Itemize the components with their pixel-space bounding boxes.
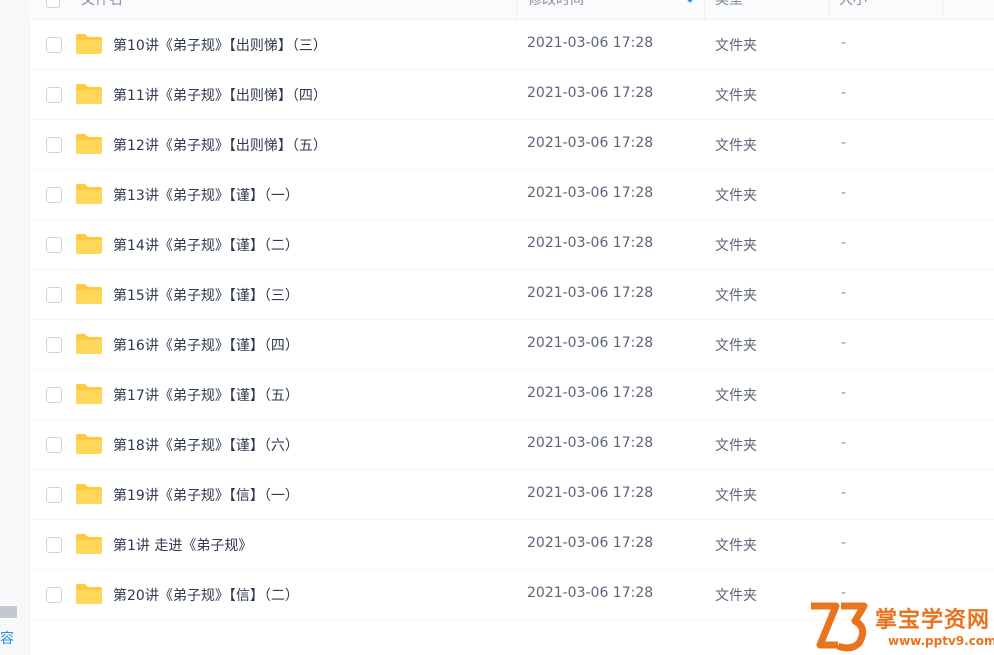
folder-icon <box>76 334 102 354</box>
file-row[interactable]: 第12讲《弟子规》【出则悌】（五） 2021-03-06 17:28 文件夹 - <box>29 120 994 170</box>
file-type: 文件夹 <box>715 338 757 354</box>
site-watermark: 掌宝学资网 www.pptv9.com <box>808 600 994 655</box>
file-type: 文件夹 <box>715 38 757 54</box>
file-row[interactable]: 第11讲《弟子规》【出则悌】（四） 2021-03-06 17:28 文件夹 - <box>29 70 994 120</box>
folder-icon <box>76 434 102 454</box>
file-type: 文件夹 <box>715 538 757 554</box>
file-size: - <box>841 435 847 451</box>
select-all-checkbox[interactable] <box>46 0 60 8</box>
left-sidebar-edge: 容 <box>0 0 30 655</box>
row-checkbox[interactable] <box>46 137 62 153</box>
file-size: - <box>841 535 847 551</box>
file-size: - <box>841 185 847 201</box>
file-row[interactable]: 第17讲《弟子规》【谨】（五） 2021-03-06 17:28 文件夹 - <box>29 370 994 420</box>
folder-icon <box>76 534 102 554</box>
file-row[interactable]: 第19讲《弟子规》【信】（一） 2021-03-06 17:28 文件夹 - <box>29 470 994 520</box>
file-list: 第10讲《弟子规》【出则悌】（三） 2021-03-06 17:28 文件夹 - 第11… <box>29 20 994 620</box>
row-checkbox[interactable] <box>46 437 62 453</box>
file-type: 文件夹 <box>715 188 757 204</box>
file-name[interactable]: 第1讲 走进《弟子规》 <box>113 535 252 555</box>
file-name[interactable]: 第13讲《弟子规》【谨】（一） <box>113 185 299 205</box>
file-name[interactable]: 第17讲《弟子规》【谨】（五） <box>113 385 299 405</box>
file-size: - <box>841 85 847 101</box>
file-row[interactable]: 第15讲《弟子规》【谨】（三） 2021-03-06 17:28 文件夹 - <box>29 270 994 320</box>
folder-icon <box>76 484 102 504</box>
watermark-logo <box>811 602 868 652</box>
file-modified-time: 2021-03-06 17:28 <box>527 535 654 551</box>
watermark-title: 掌宝学资网 <box>875 607 991 633</box>
file-type: 文件夹 <box>715 238 757 254</box>
column-header-name[interactable]: 文件名 <box>79 0 517 19</box>
file-name[interactable]: 第10讲《弟子规》【出则悌】（三） <box>113 35 327 55</box>
file-modified-time: 2021-03-06 17:28 <box>527 35 654 51</box>
file-modified-time: 2021-03-06 17:28 <box>527 85 654 101</box>
column-header-type[interactable]: 类型 <box>705 0 830 19</box>
file-type: 文件夹 <box>715 288 757 304</box>
file-size: - <box>841 385 847 401</box>
file-row[interactable]: 第1讲 走进《弟子规》 2021-03-06 17:28 文件夹 - <box>29 520 994 570</box>
row-checkbox[interactable] <box>46 587 62 603</box>
folder-icon <box>76 84 102 104</box>
folder-icon <box>76 34 102 54</box>
file-type: 文件夹 <box>715 438 757 454</box>
file-row[interactable]: 第18讲《弟子规》【谨】（六） 2021-03-06 17:28 文件夹 - <box>29 420 994 470</box>
row-checkbox[interactable] <box>46 387 62 403</box>
file-modified-time: 2021-03-06 17:28 <box>527 135 654 151</box>
file-modified-time: 2021-03-06 17:28 <box>527 235 654 251</box>
file-size: - <box>841 585 847 601</box>
column-header-size[interactable]: 大小 <box>830 0 943 19</box>
file-modified-time: 2021-03-06 17:28 <box>527 435 654 451</box>
row-checkbox[interactable] <box>46 237 62 253</box>
folder-icon <box>76 184 102 204</box>
sort-desc-icon[interactable] <box>685 0 695 3</box>
file-modified-time: 2021-03-06 17:28 <box>527 185 654 201</box>
folder-icon <box>76 584 102 604</box>
row-checkbox[interactable] <box>46 287 62 303</box>
file-size: - <box>841 335 847 351</box>
folder-icon <box>76 134 102 154</box>
file-type: 文件夹 <box>715 138 757 154</box>
row-checkbox[interactable] <box>46 37 62 53</box>
sidebar-edge-label[interactable]: 容 <box>0 628 14 648</box>
watermark-url: www.pptv9.com <box>888 634 994 648</box>
file-modified-time: 2021-03-06 17:28 <box>527 385 654 401</box>
file-size: - <box>841 135 847 151</box>
file-row[interactable]: 第10讲《弟子规》【出则悌】（三） 2021-03-06 17:28 文件夹 - <box>29 20 994 70</box>
file-type: 文件夹 <box>715 588 757 604</box>
file-size: - <box>841 485 847 501</box>
row-checkbox[interactable] <box>46 187 62 203</box>
sidebar-scroll-thumb[interactable] <box>0 606 17 618</box>
folder-icon <box>76 234 102 254</box>
file-name[interactable]: 第20讲《弟子规》【信】（二） <box>113 585 299 605</box>
file-name[interactable]: 第19讲《弟子规》【信】（一） <box>113 485 299 505</box>
file-row[interactable]: 第13讲《弟子规》【谨】（一） 2021-03-06 17:28 文件夹 - <box>29 170 994 220</box>
file-row[interactable]: 第14讲《弟子规》【谨】（二） 2021-03-06 17:28 文件夹 - <box>29 220 994 270</box>
file-size: - <box>841 235 847 251</box>
row-checkbox[interactable] <box>46 87 62 103</box>
file-name[interactable]: 第14讲《弟子规》【谨】（二） <box>113 235 299 255</box>
file-name[interactable]: 第12讲《弟子规》【出则悌】（五） <box>113 135 327 155</box>
file-name[interactable]: 第16讲《弟子规》【谨】（四） <box>113 335 299 355</box>
file-type: 文件夹 <box>715 88 757 104</box>
row-checkbox[interactable] <box>46 487 62 503</box>
file-type: 文件夹 <box>715 488 757 504</box>
file-modified-time: 2021-03-06 17:28 <box>527 335 654 351</box>
file-size: - <box>841 285 847 301</box>
folder-icon <box>76 384 102 404</box>
file-name[interactable]: 第18讲《弟子规》【谨】（六） <box>113 435 299 455</box>
folder-icon <box>76 284 102 304</box>
file-list-header: 文件名 修改时间 类型 大小 <box>29 0 994 20</box>
file-modified-time: 2021-03-06 17:28 <box>527 285 654 301</box>
row-checkbox[interactable] <box>46 537 62 553</box>
file-type: 文件夹 <box>715 388 757 404</box>
file-name[interactable]: 第15讲《弟子规》【谨】（三） <box>113 285 299 305</box>
file-modified-time: 2021-03-06 17:28 <box>527 485 654 501</box>
file-modified-time: 2021-03-06 17:28 <box>527 585 654 601</box>
file-row[interactable]: 第16讲《弟子规》【谨】（四） 2021-03-06 17:28 文件夹 - <box>29 320 994 370</box>
file-name[interactable]: 第11讲《弟子规》【出则悌】（四） <box>113 85 327 105</box>
row-checkbox[interactable] <box>46 337 62 353</box>
column-header-modified[interactable]: 修改时间 <box>517 0 705 19</box>
file-size: - <box>841 35 847 51</box>
